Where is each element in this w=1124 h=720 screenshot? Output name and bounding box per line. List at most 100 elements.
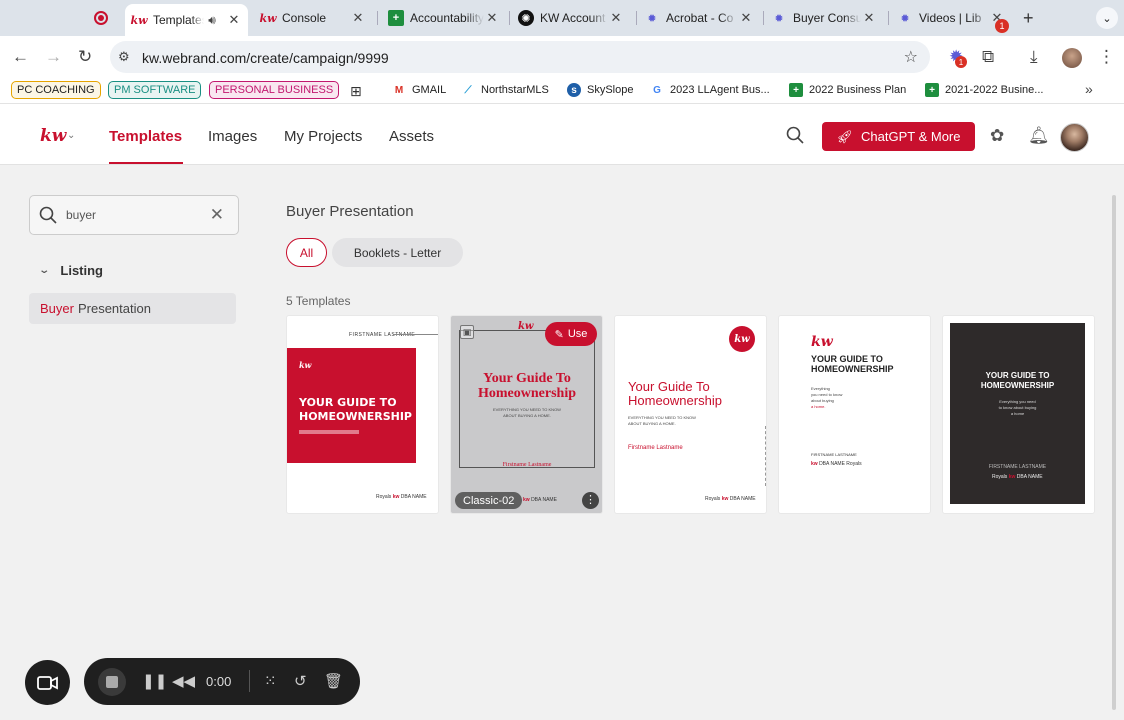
bookmark-northstar[interactable]: ⟋ NorthstarMLS <box>461 83 549 97</box>
divider <box>249 670 250 692</box>
bookmark-2023-llagent[interactable]: G 2023 LLAgent Bus... <box>650 83 770 97</box>
card-subtitle: EVERYTHING YOU NEED TO KNOW ABOUT BUYING… <box>628 415 696 426</box>
bookmark-skyslope[interactable]: s SkySlope <box>567 83 633 97</box>
pause-icon[interactable]: ❚❚ <box>142 672 167 690</box>
search-icon[interactable] <box>786 126 804 144</box>
filter-all[interactable]: All <box>286 238 327 267</box>
card-subtitle: EVERYTHING YOU NEED TO KNOW ABOUT BUYING… <box>493 407 561 418</box>
page-title: Buyer Presentation <box>286 203 414 220</box>
filter-booklets-letter[interactable]: Booklets - Letter <box>332 238 463 267</box>
downloads-icon[interactable]: ⤓ <box>1030 47 1038 67</box>
nav-my-projects[interactable]: My Projects <box>284 128 362 145</box>
template-name-label: Classic-02 <box>455 492 523 509</box>
card-title: YOUR GUIDE TO HOMEOWNERSHIP <box>811 354 894 375</box>
restart-icon[interactable]: ↺ <box>294 672 307 690</box>
browser-tab-strip: kw Templates 🔊︎ ✕ kw Console ✕ + Account… <box>0 0 1124 36</box>
stop-recording-button[interactable] <box>98 668 126 696</box>
bookmark-2021-2022[interactable]: + 2021-2022 Busine... <box>925 83 1043 97</box>
tab-kw-account[interactable]: ✺ KW Account ✕ <box>512 5 630 31</box>
camera-toggle-button[interactable] <box>25 660 70 705</box>
template-card-3[interactable]: kw Your Guide To Homeownership EVERYTHIN… <box>614 315 767 514</box>
bookmark-pm-software[interactable]: PM SOFTWARE <box>108 81 202 99</box>
tab-separator <box>377 11 378 25</box>
card-footer: Royals kw DBA NAME <box>992 474 1043 480</box>
template-search-box[interactable]: buyer ✕ <box>29 195 239 235</box>
tab-console[interactable]: kw Console ✕ <box>254 5 372 31</box>
url-text[interactable]: kw.webrand.com/create/campaign/9999 <box>142 50 389 66</box>
apps-grid-icon[interactable]: ⊞ <box>350 83 362 100</box>
sheets-icon: + <box>789 83 803 97</box>
card-title: Your Guide To Homeownership <box>628 379 722 409</box>
tab-templates[interactable]: kw Templates 🔊︎ ✕ <box>125 4 248 36</box>
card-subtitle-placeholder <box>299 430 359 434</box>
kw-icon: kw <box>259 11 277 25</box>
tab-search-chevron-icon[interactable]: ⌄ <box>1096 7 1118 29</box>
reload-icon[interactable]: ↻ <box>78 47 92 67</box>
template-card-5[interactable]: YOUR GUIDE TO HOMEOWNERSHIP Everything y… <box>942 315 1095 514</box>
recorder-toolbar: ❚❚ ◀◀ 0:00 ⁙ ↺ 🗑︎ <box>84 658 360 705</box>
more-options-icon[interactable]: ⋮ <box>582 492 599 509</box>
template-card-classic-02[interactable]: kw Your Guide To Homeownership EVERYTHIN… <box>450 315 603 514</box>
bookmark-pc-coaching[interactable]: PC COACHING <box>11 81 101 99</box>
divider <box>393 334 438 335</box>
bookmarks-overflow-icon[interactable]: » <box>1085 81 1093 97</box>
card-subtitle: Everything you need to know about buying… <box>998 399 1037 416</box>
close-tab-icon[interactable]: ✕ <box>861 10 877 26</box>
tab-videos[interactable]: ✹ Videos | Lib ✕ <box>891 5 1011 31</box>
gmail-icon: M <box>394 84 404 96</box>
trash-icon[interactable]: 🗑︎ <box>324 672 343 690</box>
skyslope-icon: s <box>567 83 581 97</box>
template-count: 5 Templates <box>286 294 351 308</box>
chevron-down-icon: ⌄ <box>38 265 51 276</box>
close-tab-icon[interactable]: ✕ <box>608 10 624 26</box>
chatgpt-button[interactable]: 🚀︎ ChatGPT & More <box>822 122 975 151</box>
browser-menu-icon[interactable]: ⋮ <box>1098 47 1115 67</box>
chevron-down-icon[interactable]: ⌄ <box>67 130 75 141</box>
tab-separator <box>509 11 510 25</box>
use-template-button[interactable]: ✎ Use <box>545 322 597 346</box>
close-tab-icon[interactable]: ✕ <box>226 12 242 28</box>
announcement-icon[interactable]: ✿ <box>990 126 1004 146</box>
address-bar[interactable]: ⚙︎ kw.webrand.com/create/campaign/9999 ☆ <box>110 41 930 73</box>
gear-icon: ✹ <box>647 12 657 25</box>
active-nav-indicator <box>109 162 183 164</box>
gear-icon: ✹ <box>900 12 910 25</box>
bookmark-2022-plan[interactable]: + 2022 Business Plan <box>789 83 906 97</box>
close-tab-icon[interactable]: ✕ <box>738 10 754 26</box>
forward-icon[interactable]: → <box>45 47 62 67</box>
close-tab-icon[interactable]: ✕ <box>484 10 500 26</box>
user-avatar[interactable] <box>1060 123 1089 152</box>
rewind-icon[interactable]: ◀◀ <box>172 672 195 690</box>
video-camera-icon <box>36 675 58 690</box>
bookmark-gmail[interactable]: M GMAIL <box>392 83 446 97</box>
template-card-4[interactable]: kw YOUR GUIDE TO HOMEOWNERSHIP Everythin… <box>778 315 931 514</box>
bell-icon[interactable]: 🔔︎ <box>1028 126 1050 146</box>
preview-icon[interactable]: ▣ <box>460 325 474 339</box>
audio-icon[interactable]: 🔊︎ <box>204 13 220 28</box>
page-scrollbar[interactable] <box>1112 195 1116 710</box>
nav-assets[interactable]: Assets <box>389 128 434 145</box>
search-input[interactable]: buyer <box>66 208 96 222</box>
tab-acrobat[interactable]: ✹ Acrobat - Co ✕ <box>638 5 760 31</box>
kw-logo[interactable]: kw <box>40 126 66 146</box>
clear-search-icon[interactable]: ✕ <box>210 205 224 225</box>
site-settings-icon[interactable]: ⚙︎ <box>118 49 130 65</box>
tab-buyer-consult[interactable]: ✹ Buyer Consult ✕ <box>765 5 883 31</box>
browser-profile-avatar[interactable] <box>1062 48 1082 68</box>
template-card-1[interactable]: FIRSTNAME LASTNAME kw YOUR GUIDE TO HOME… <box>286 315 439 514</box>
section-listing-toggle[interactable]: ⌄ Listing <box>38 263 103 278</box>
notification-badge: 1 <box>995 19 1009 33</box>
drag-handle-icon[interactable]: ⁙ <box>264 672 277 690</box>
back-icon[interactable]: ← <box>12 47 29 67</box>
tab-accountability[interactable]: + Accountability ✕ <box>382 5 506 31</box>
sidebar-item-buyer-presentation[interactable]: Buyer Presentation <box>29 293 236 324</box>
card-subtitle: Everything you need to know about buying… <box>811 386 843 409</box>
card-name: Firstname Lastname <box>502 462 552 468</box>
bookmark-star-icon[interactable]: ☆ <box>904 47 918 67</box>
extensions-puzzle-icon[interactable]: ⧉ <box>982 47 994 67</box>
bookmark-personal-business[interactable]: PERSONAL BUSINESS <box>209 81 340 99</box>
nav-images[interactable]: Images <box>208 128 257 145</box>
new-tab-icon[interactable]: + <box>1023 8 1034 29</box>
nav-templates[interactable]: Templates <box>109 128 182 145</box>
close-tab-icon[interactable]: ✕ <box>350 10 366 26</box>
